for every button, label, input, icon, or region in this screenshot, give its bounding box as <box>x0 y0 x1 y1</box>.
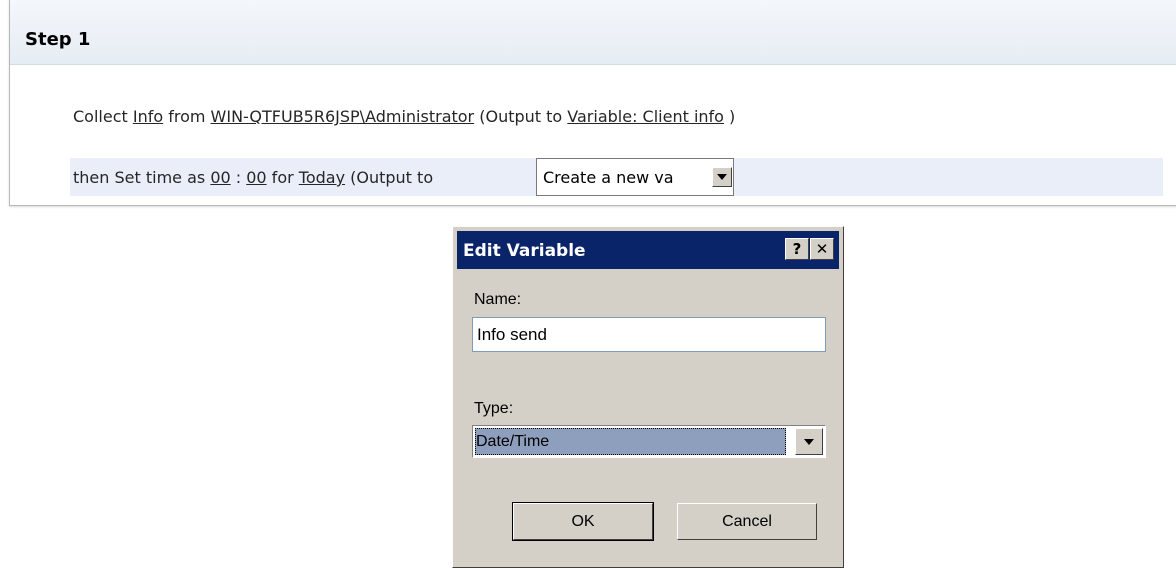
dropdown-arrow-button[interactable] <box>712 167 732 187</box>
chevron-down-icon <box>717 174 727 180</box>
rule-text: (Output to <box>474 107 568 126</box>
name-input[interactable] <box>472 317 826 352</box>
help-icon: ? <box>792 240 802 258</box>
output-variable-link[interactable]: Variable: Client info <box>567 107 724 126</box>
rule-text: then Set time as <box>73 168 211 187</box>
edit-variable-dialog: Edit Variable ? ✕ Name: Type: Date/Time … <box>452 226 844 568</box>
hour-link[interactable]: 00 <box>210 168 230 187</box>
output-dropdown-value: Create a new va <box>543 168 674 187</box>
workflow-step-panel: Step 1 Collect Info from WIN-QTFUB5R6JSP… <box>9 0 1176 206</box>
rule-text: from <box>163 107 211 126</box>
type-dropdown-value: Date/Time <box>475 428 786 455</box>
help-button[interactable]: ? <box>785 238 809 260</box>
dialog-title: Edit Variable <box>463 241 586 261</box>
day-link[interactable]: Today <box>299 168 345 187</box>
rule-text: for <box>266 168 299 187</box>
collect-rule-line: Collect Info from WIN-QTFUB5R6JSP\Admini… <box>73 107 735 127</box>
type-dropdown[interactable]: Date/Time <box>472 425 826 458</box>
rule-text: : <box>230 168 247 187</box>
rule-text: ) <box>723 107 736 126</box>
step-title: Step 1 <box>25 29 91 50</box>
rule-text: Collect <box>73 107 133 126</box>
output-variable-dropdown[interactable]: Create a new va <box>536 158 734 196</box>
user-link[interactable]: WIN-QTFUB5R6JSP\Administrator <box>211 107 475 126</box>
name-label: Name: <box>474 291 522 308</box>
dropdown-arrow-button[interactable] <box>795 428 823 455</box>
ok-button[interactable]: OK <box>512 502 654 541</box>
rule-text: (Output to <box>345 168 434 187</box>
type-label: Type: <box>474 400 514 417</box>
step-header: Step 1 <box>10 0 1176 65</box>
set-time-rule-line: then Set time as 00 : 00 for Today (Outp… <box>70 158 1163 196</box>
info-link[interactable]: Info <box>133 107 163 126</box>
cancel-button[interactable]: Cancel <box>677 503 817 540</box>
minute-link[interactable]: 00 <box>246 168 266 187</box>
chevron-down-icon <box>804 438 814 445</box>
dialog-titlebar[interactable]: Edit Variable ? ✕ <box>457 231 839 269</box>
close-icon: ✕ <box>815 240 829 258</box>
close-button[interactable]: ✕ <box>810 238 834 260</box>
